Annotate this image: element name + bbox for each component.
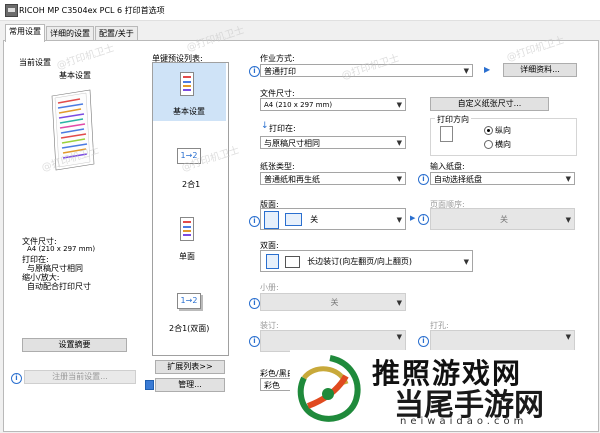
duplex-page-icon: [266, 254, 279, 269]
preset-label: 基本设置: [173, 107, 205, 116]
current-settings-label: 当前设置: [19, 58, 51, 67]
preset-label: 2合1(双面): [169, 324, 210, 333]
portrait-label: 纵向: [495, 126, 511, 135]
chevron-down-icon: ▼: [396, 333, 402, 341]
preset-label: 2合1: [182, 180, 201, 189]
orientation-preview-icon: [440, 126, 453, 142]
staple-select[interactable]: ▼: [260, 330, 406, 352]
chevron-down-icon: ▼: [463, 67, 469, 75]
preset-item-2in1-duplex[interactable]: 1→2 2合1(双面): [153, 285, 226, 337]
input-tray-value: 自动选择纸盘: [434, 175, 482, 184]
logo-emblem-icon: [297, 355, 361, 422]
paper-type-value: 普通纸和再生纸: [264, 175, 320, 184]
chevron-down-icon: ▼: [396, 101, 402, 109]
page-order-select[interactable]: 关 ▼: [430, 208, 575, 230]
single-page-icon: [180, 217, 194, 241]
booklet-value: 关: [330, 298, 339, 307]
site-logo-overlay: 推照游戏网 当尾手游网 neiwaidao.com: [290, 350, 598, 430]
info-icon: i: [249, 216, 260, 227]
info-icon: i: [249, 66, 260, 77]
input-tray-select[interactable]: 自动选择纸盘 ▼: [430, 172, 575, 185]
print-on-arrow-icon: ↓: [261, 121, 269, 131]
paper-type-select[interactable]: 普通纸和再生纸 ▼: [260, 172, 406, 185]
orientation-label: 打印方向: [435, 114, 471, 125]
window-title: RICOH MP C3504ex PCL 6 打印首选项: [19, 6, 165, 15]
tab-config-about[interactable]: 配置/关于: [95, 26, 138, 41]
print-on-value: 与原稿尺寸相同: [264, 139, 320, 148]
custom-paper-size-button[interactable]: 自定义纸张尺寸...: [430, 97, 549, 111]
expand-list-button[interactable]: 扩展列表>>: [155, 360, 225, 374]
page-icon: [180, 72, 194, 96]
brand-domain: neiwaidao.com: [400, 416, 528, 427]
info-icon: i: [11, 373, 22, 384]
duplex-flip-icon: [284, 255, 300, 268]
printer-icon: [5, 4, 18, 17]
current-preset-name: 基本设置: [59, 71, 91, 80]
summary-zoom-value: 自动配合打印尺寸: [27, 282, 91, 291]
layout-select[interactable]: 关 ▼: [260, 208, 406, 230]
chevron-down-icon: ▼: [396, 175, 402, 183]
tab-detailed-settings[interactable]: 详细的设置: [46, 26, 94, 41]
print-on-select[interactable]: 与原稿尺寸相同 ▼: [260, 136, 406, 149]
landscape-radio[interactable]: [484, 140, 493, 149]
chevron-down-icon: ▼: [565, 333, 571, 341]
info-icon: i: [418, 336, 429, 347]
info-icon: i: [249, 336, 260, 347]
title-bar: RICOH MP C3504ex PCL 6 打印首选项: [0, 0, 600, 21]
chevron-down-icon: ▼: [396, 139, 402, 147]
color-value: 彩色: [264, 381, 280, 390]
job-type-value: 普通打印: [264, 67, 296, 76]
chevron-down-icon: ▼: [396, 216, 402, 224]
landscape-label: 横向: [495, 140, 511, 149]
arrow-right-icon: ▶: [484, 65, 491, 74]
doc-size-value: A4 (210 x 297 mm): [264, 101, 333, 109]
register-current-settings-button[interactable]: 注册当前设置...: [24, 370, 136, 384]
job-type-label: 作业方式:: [260, 54, 295, 63]
booklet-select[interactable]: 关 ▼: [260, 293, 406, 311]
settings-summary-button[interactable]: 设置摘要: [22, 338, 127, 352]
manage-icon: [145, 380, 154, 390]
preset-item-basic[interactable]: 基本设置: [153, 63, 226, 121]
page-order-value: 关: [500, 215, 508, 224]
input-tray-label: 输入纸盘:: [430, 162, 465, 171]
punch-select[interactable]: ▼: [430, 330, 575, 352]
preset-item-single[interactable]: 单面: [153, 210, 226, 265]
info-icon: i: [418, 174, 429, 185]
chevron-down-icon: ▼: [396, 299, 402, 307]
duplex-value: 长边装订(向左翻页/向上翻页): [307, 257, 413, 266]
details-button[interactable]: 详细资料...: [503, 63, 577, 77]
layout-value: 关: [310, 215, 319, 224]
info-icon: i: [249, 298, 260, 309]
paper-type-label: 纸张类型:: [260, 162, 295, 171]
chevron-down-icon: ▼: [565, 216, 571, 224]
chevron-down-icon: ▼: [463, 258, 469, 266]
doc-size-select[interactable]: A4 (210 x 297 mm) ▼: [260, 98, 406, 111]
duplex-select[interactable]: 长边装订(向左翻页/向上翻页) ▼: [260, 250, 473, 272]
layout-single-icon: [264, 210, 279, 229]
chevron-down-icon: ▼: [565, 175, 571, 183]
portrait-radio[interactable]: [484, 126, 493, 135]
layout-landscape-icon: [284, 213, 302, 226]
manage-button[interactable]: 管理...: [155, 378, 225, 392]
arrow-right-icon: ▶: [410, 214, 416, 222]
tab-common-settings[interactable]: 常用设置: [5, 24, 45, 42]
2in1-duplex-icon: 1→2: [177, 293, 201, 309]
summary-paper-size-value: A4 (210 x 297 mm): [27, 245, 96, 253]
booklet-label: 小册:: [260, 283, 279, 292]
preset-label: 单面: [179, 252, 195, 261]
print-on-label: 打印在:: [269, 124, 296, 133]
info-icon: i: [418, 214, 429, 225]
